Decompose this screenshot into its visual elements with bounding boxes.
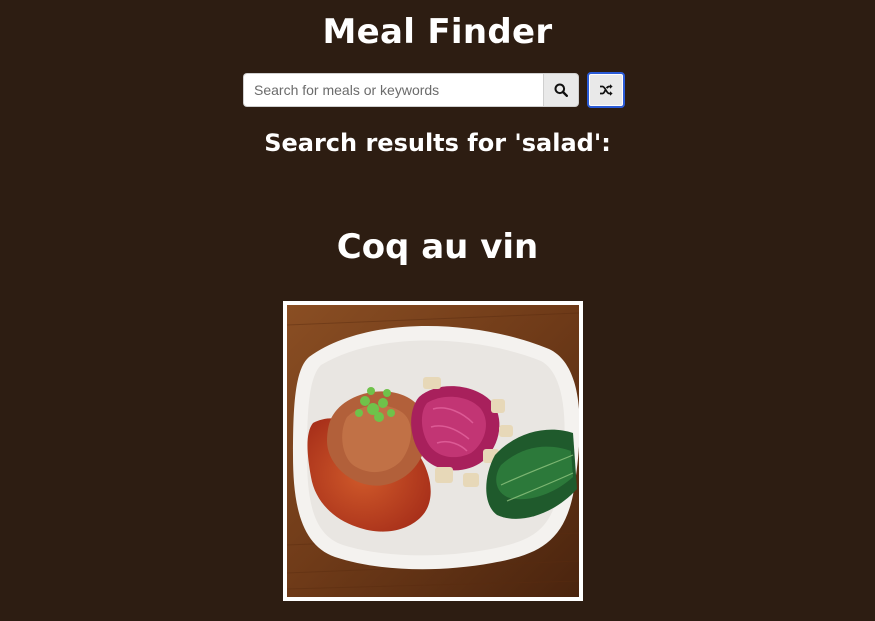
meal-photo xyxy=(287,305,579,597)
search-form xyxy=(243,73,579,107)
search-icon xyxy=(554,83,568,97)
results-heading: Search results for 'salad': xyxy=(264,129,611,157)
page-title: Meal Finder xyxy=(322,12,553,52)
meal-finder-app: Meal Finder Search results for 'salad': … xyxy=(0,0,875,621)
shuffle-icon xyxy=(599,83,613,97)
meal-name: Coq au vin xyxy=(336,227,539,267)
random-meal-button[interactable] xyxy=(587,72,625,108)
search-input[interactable] xyxy=(243,73,543,107)
search-button[interactable] xyxy=(543,73,579,107)
meal-card[interactable] xyxy=(283,301,583,601)
